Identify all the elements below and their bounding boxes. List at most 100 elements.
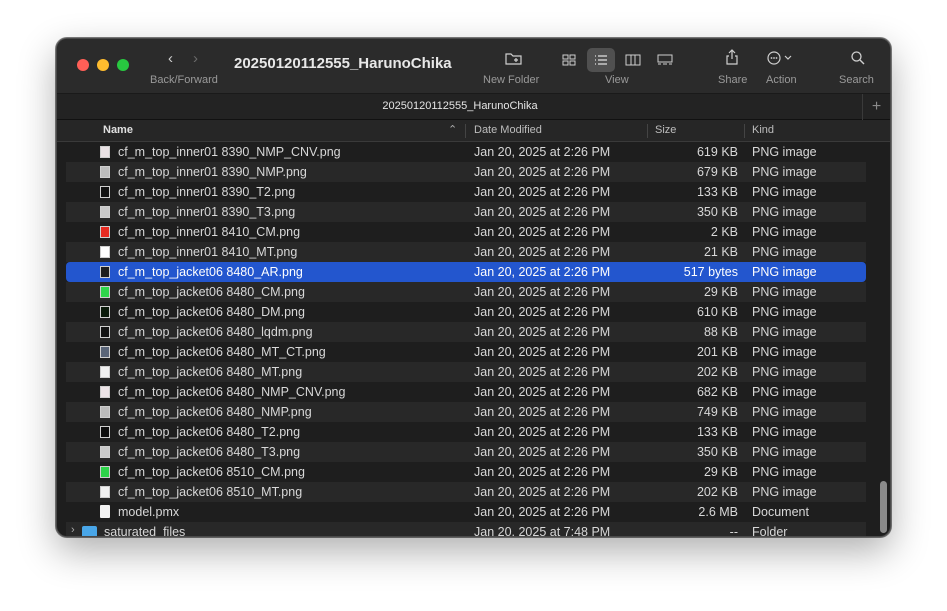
file-row[interactable]: cf_m_top_jacket06 8480_T3.png Jan 20, 202… bbox=[66, 442, 866, 462]
file-size: 202 KB bbox=[696, 485, 738, 499]
column-header-name[interactable]: Name bbox=[103, 124, 133, 136]
png-thumbnail-icon bbox=[100, 266, 110, 278]
new-folder-button[interactable] bbox=[505, 51, 523, 68]
file-date-modified: Jan 20, 2025 at 2:26 PM bbox=[474, 205, 611, 219]
png-thumbnail-icon bbox=[100, 446, 110, 458]
close-window-button[interactable] bbox=[77, 59, 89, 71]
ellipsis-circle-icon bbox=[767, 51, 792, 65]
folder-row[interactable]: › saturated_files Jan 20, 2025 at 7:48 PM -… bbox=[66, 522, 866, 537]
file-name: cf_m_top_jacket06 8480_NMP_CNV.png bbox=[118, 385, 346, 399]
column-view-button[interactable] bbox=[619, 48, 647, 72]
column-divider[interactable] bbox=[744, 124, 745, 138]
icon-view-button[interactable] bbox=[555, 48, 583, 72]
finder-window: ‹ › Back/Forward 20250120112555_HarunoCh… bbox=[56, 38, 891, 537]
file-kind: PNG image bbox=[752, 165, 817, 179]
file-date-modified: Jan 20, 2025 at 2:26 PM bbox=[474, 145, 611, 159]
file-name: cf_m_top_jacket06 8480_lqdm.png bbox=[118, 325, 313, 339]
forward-arrow-icon[interactable]: › bbox=[193, 50, 198, 67]
file-row[interactable]: cf_m_top_jacket06 8480_lqdm.png Jan 20, 2… bbox=[66, 322, 866, 342]
png-thumbnail-icon bbox=[100, 246, 110, 258]
action-button[interactable] bbox=[767, 51, 797, 68]
new-tab-button[interactable]: + bbox=[862, 94, 890, 120]
file-size: 517 bytes bbox=[683, 265, 738, 279]
file-row[interactable]: cf_m_top_jacket06 8480_NMP.png Jan 20, 20… bbox=[66, 402, 866, 422]
column-divider[interactable] bbox=[647, 124, 648, 138]
file-row[interactable]: cf_m_top_inner01 8390_T2.png Jan 20, 2025… bbox=[66, 182, 866, 202]
file-date-modified: Jan 20, 2025 at 2:26 PM bbox=[474, 245, 611, 259]
column-divider[interactable] bbox=[465, 124, 466, 138]
file-row[interactable]: cf_m_top_jacket06 8510_CM.png Jan 20, 202… bbox=[66, 462, 866, 482]
minimize-window-button[interactable] bbox=[97, 59, 109, 71]
file-size: 619 KB bbox=[696, 145, 738, 159]
file-row[interactable]: cf_m_top_inner01 8390_NMP.png Jan 20, 202… bbox=[66, 162, 866, 182]
tab-current[interactable]: 20250120112555_HarunoChika bbox=[57, 100, 863, 112]
file-date-modified: Jan 20, 2025 at 2:26 PM bbox=[474, 285, 611, 299]
file-size: 201 KB bbox=[696, 345, 738, 359]
file-kind: PNG image bbox=[752, 285, 817, 299]
file-name: model.pmx bbox=[118, 505, 180, 519]
file-date-modified: Jan 20, 2025 at 2:26 PM bbox=[474, 265, 611, 279]
file-row[interactable]: cf_m_top_jacket06 8480_T2.png Jan 20, 202… bbox=[66, 422, 866, 442]
new-folder-icon bbox=[505, 53, 522, 65]
file-kind: PNG image bbox=[752, 145, 817, 159]
file-row[interactable]: cf_m_top_jacket06 8480_NMP_CNV.png Jan 20… bbox=[66, 382, 866, 402]
png-thumbnail-icon bbox=[100, 346, 110, 358]
column-header-kind[interactable]: Kind bbox=[752, 124, 774, 136]
file-size: 682 KB bbox=[696, 385, 738, 399]
file-size: 2.6 MB bbox=[698, 505, 738, 519]
file-row[interactable]: cf_m_top_jacket06 8480_AR.png Jan 20, 202… bbox=[66, 262, 866, 282]
column-header-size[interactable]: Size bbox=[655, 124, 676, 136]
zoom-window-button[interactable] bbox=[117, 59, 129, 71]
file-size: 2 KB bbox=[710, 225, 738, 239]
file-name: cf_m_top_inner01 8410_CM.png bbox=[118, 225, 301, 239]
scrollbar-thumb[interactable] bbox=[880, 481, 887, 533]
gallery-view-button[interactable] bbox=[651, 48, 679, 72]
file-date-modified: Jan 20, 2025 at 2:26 PM bbox=[474, 405, 611, 419]
file-date-modified: Jan 20, 2025 at 2:26 PM bbox=[474, 185, 611, 199]
file-name: cf_m_top_jacket06 8480_NMP.png bbox=[118, 405, 312, 419]
file-date-modified: Jan 20, 2025 at 2:26 PM bbox=[474, 225, 611, 239]
back-arrow-icon[interactable]: ‹ bbox=[168, 50, 173, 67]
column-header-date[interactable]: Date Modified bbox=[474, 124, 542, 136]
list-view-button[interactable] bbox=[587, 48, 615, 72]
file-size: 88 KB bbox=[703, 325, 738, 339]
png-thumbnail-icon bbox=[100, 366, 110, 378]
file-row[interactable]: cf_m_top_jacket06 8480_MT.png Jan 20, 202… bbox=[66, 362, 866, 382]
file-row[interactable]: cf_m_top_inner01 8410_MT.png Jan 20, 2025… bbox=[66, 242, 866, 262]
file-kind: PNG image bbox=[752, 205, 817, 219]
png-thumbnail-icon bbox=[100, 286, 110, 298]
file-row[interactable]: cf_m_top_jacket06 8480_DM.png Jan 20, 202… bbox=[66, 302, 866, 322]
file-row[interactable]: model.pmx Jan 20, 2025 at 2:26 PM 2.6 MB Do… bbox=[66, 502, 866, 522]
file-size: 133 KB bbox=[696, 185, 738, 199]
file-date-modified: Jan 20, 2025 at 2:26 PM bbox=[474, 165, 611, 179]
vertical-scrollbar[interactable] bbox=[878, 142, 888, 536]
window-title: 20250120112555_HarunoChika bbox=[234, 55, 452, 72]
file-row[interactable]: cf_m_top_jacket06 8480_CM.png Jan 20, 202… bbox=[66, 282, 866, 302]
file-row[interactable]: cf_m_top_jacket06 8480_MT_CT.png Jan 20, … bbox=[66, 342, 866, 362]
columns-icon bbox=[625, 54, 641, 66]
file-name: cf_m_top_jacket06 8480_MT_CT.png bbox=[118, 345, 326, 359]
file-size: 350 KB bbox=[696, 205, 738, 219]
file-row[interactable]: cf_m_top_inner01 8410_CM.png Jan 20, 2025… bbox=[66, 222, 866, 242]
share-icon bbox=[726, 49, 738, 65]
back-forward-label: Back/Forward bbox=[150, 74, 218, 86]
png-thumbnail-icon bbox=[100, 166, 110, 178]
file-row[interactable]: cf_m_top_jacket06 8510_MT.png Jan 20, 202… bbox=[66, 482, 866, 502]
sort-ascending-icon[interactable]: ⌃ bbox=[448, 123, 457, 136]
file-date-modified: Jan 20, 2025 at 2:26 PM bbox=[474, 325, 611, 339]
png-thumbnail-icon bbox=[100, 326, 110, 338]
folder-icon bbox=[82, 526, 97, 536]
png-thumbnail-icon bbox=[100, 406, 110, 418]
file-row[interactable]: cf_m_top_inner01 8390_T3.png Jan 20, 2025… bbox=[66, 202, 866, 222]
file-name: cf_m_top_inner01 8390_NMP.png bbox=[118, 165, 307, 179]
search-button[interactable] bbox=[851, 51, 865, 68]
search-label: Search bbox=[839, 74, 874, 86]
file-kind: PNG image bbox=[752, 445, 817, 459]
disclosure-triangle-icon[interactable]: › bbox=[71, 524, 75, 536]
file-name: cf_m_top_jacket06 8480_T3.png bbox=[118, 445, 301, 459]
share-button[interactable] bbox=[725, 49, 739, 68]
file-name: cf_m_top_jacket06 8480_DM.png bbox=[118, 305, 305, 319]
file-row[interactable]: cf_m_top_inner01 8390_NMP_CNV.png Jan 20,… bbox=[66, 142, 866, 162]
file-date-modified: Jan 20, 2025 at 7:48 PM bbox=[474, 525, 611, 537]
file-size: 133 KB bbox=[696, 425, 738, 439]
